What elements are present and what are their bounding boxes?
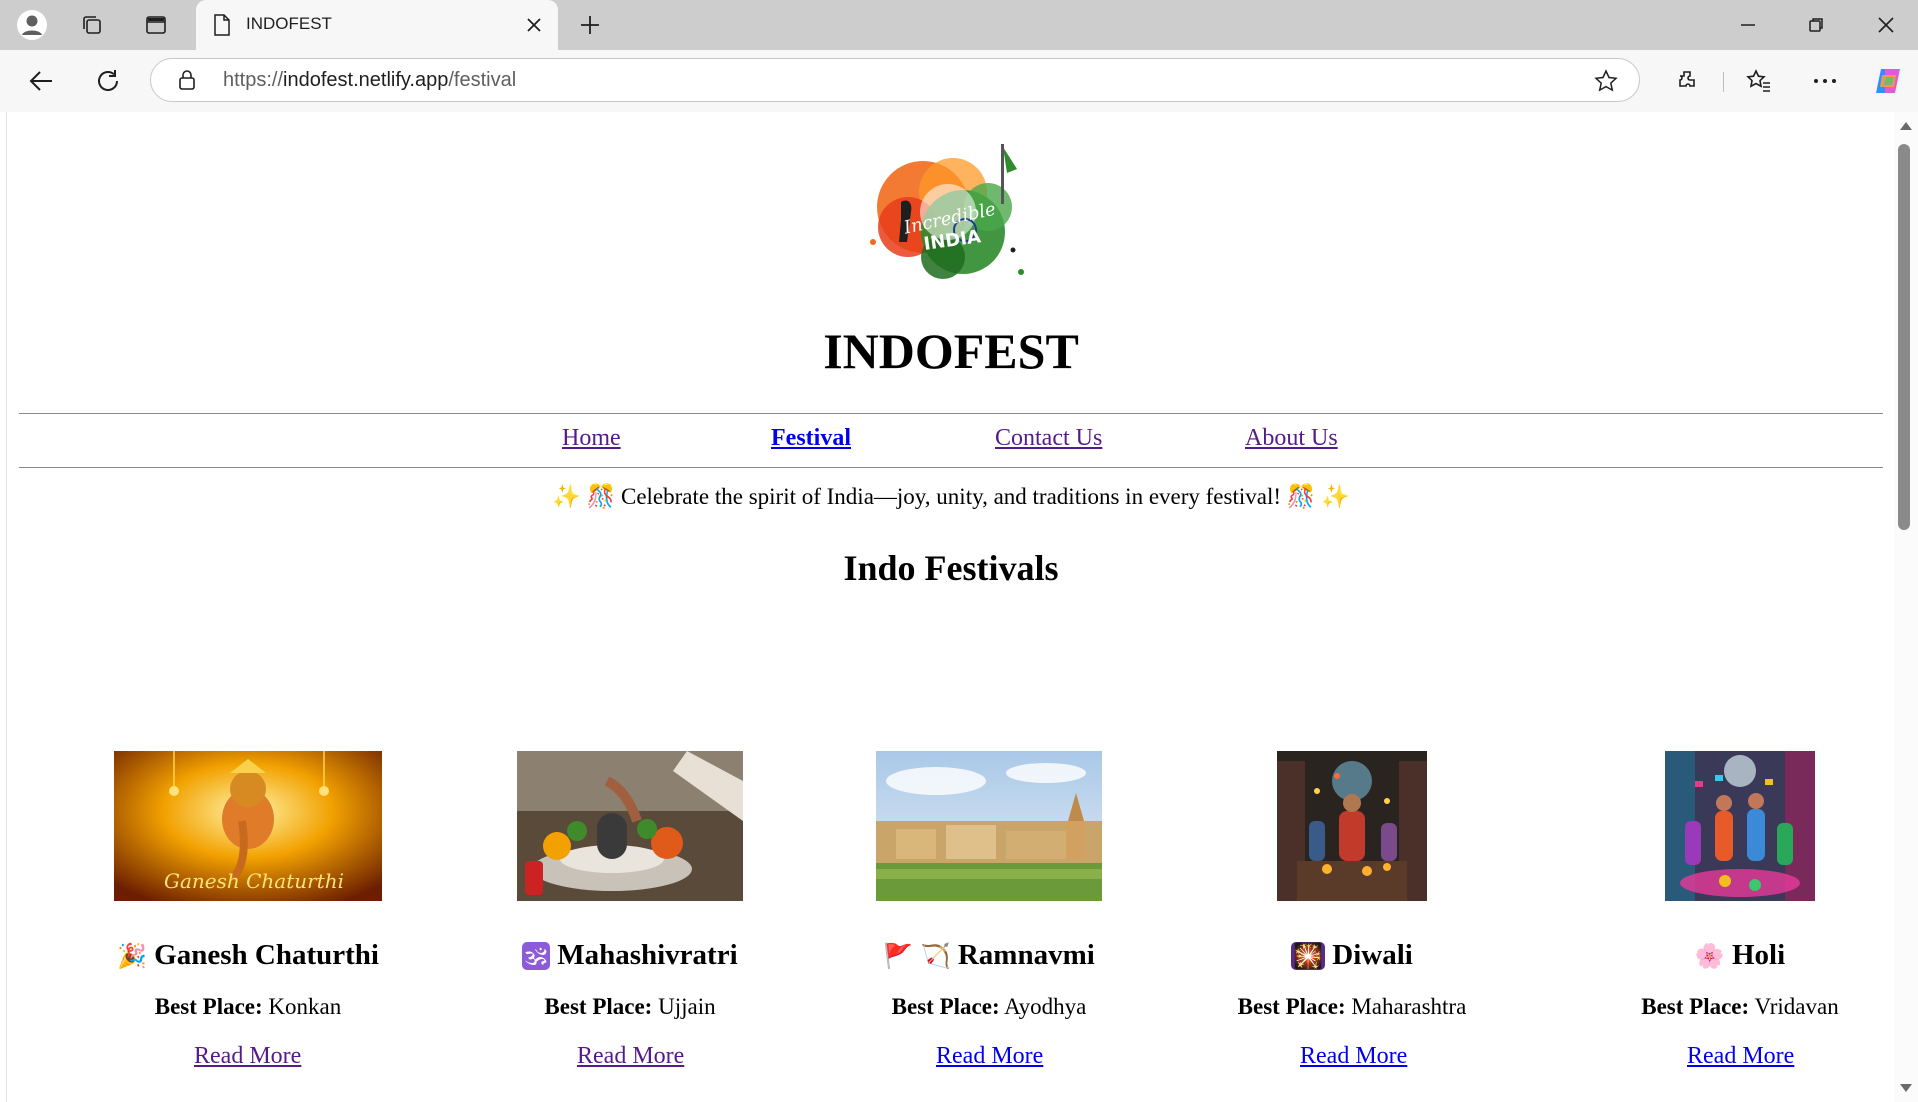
close-tab-icon[interactable]	[522, 13, 546, 37]
ramnavmi-image	[876, 751, 1102, 901]
favorites-icon[interactable]	[1744, 66, 1774, 96]
refresh-icon[interactable]	[93, 66, 123, 96]
best-place-label: Best Place:	[1641, 994, 1750, 1019]
profile-avatar-icon[interactable]	[14, 7, 50, 43]
browser-tab-active[interactable]: INDOFEST	[196, 0, 558, 51]
copilot-icon[interactable]	[1871, 64, 1905, 98]
nav-bottom-rule	[19, 467, 1883, 468]
url-text[interactable]: https://indofest.netlify.app/festival	[223, 69, 516, 92]
nav-link-contact-us[interactable]: Contact Us	[995, 425, 1102, 452]
restore-icon[interactable]	[1802, 11, 1830, 39]
nav-link-festival[interactable]: Festival	[771, 425, 851, 452]
main-nav: Home Festival Contact Us About Us	[7, 425, 1895, 455]
close-window-icon[interactable]	[1872, 11, 1900, 39]
url-host: indofest.netlify.app	[283, 69, 449, 91]
festival-name: 🕉 Mahashivratri	[455, 939, 805, 972]
address-bar[interactable]: https://indofest.netlify.app/festival	[150, 58, 1640, 102]
tab-title: INDOFEST	[246, 14, 332, 33]
best-place-label: Best Place:	[154, 994, 263, 1019]
browser-tab-strip: INDOFEST	[0, 0, 1918, 51]
festival-name: 🌸 Holi	[1565, 939, 1895, 972]
back-icon[interactable]	[26, 66, 56, 96]
ganesh-image-caption: Ganesh Chaturthi	[164, 869, 344, 893]
festival-name: 🎇 Diwali	[1177, 939, 1527, 972]
festival-title: Mahashivratri	[557, 939, 738, 971]
read-more-link-mahashivratri[interactable]: Read More	[577, 1043, 684, 1070]
section-title: Indo Festivals	[843, 548, 1059, 588]
incredible-india-logo[interactable]: Incredible INDIA	[853, 132, 1043, 292]
read-more-link-ganesh-chaturthi[interactable]: Read More	[194, 1043, 301, 1070]
holi-image	[1665, 751, 1815, 901]
mahashivratri-image	[517, 751, 743, 901]
read-more-link-holi[interactable]: Read More	[1687, 1043, 1794, 1070]
browser-toolbar: https://indofest.netlify.app/festival	[0, 50, 1918, 112]
nav-top-rule	[19, 413, 1883, 414]
new-tab-icon[interactable]	[576, 11, 604, 39]
festival-best-place: Best Place: Ujjain	[455, 994, 805, 1020]
read-more-link-ramnavmi[interactable]: Read More	[936, 1043, 1043, 1070]
festival-title: Holi	[1731, 939, 1786, 971]
extensions-icon[interactable]	[1672, 66, 1702, 96]
more-options-icon[interactable]	[1810, 66, 1840, 96]
site-title: INDOFEST	[823, 323, 1079, 379]
festival-best-place: Best Place: Konkan	[73, 994, 423, 1020]
best-place-value: Ujjain	[658, 994, 716, 1019]
scrollbar-thumb[interactable]	[1898, 144, 1910, 530]
lock-icon[interactable]	[175, 68, 199, 92]
best-place-value: Ayodhya	[1004, 994, 1087, 1019]
url-scheme: https://	[223, 69, 284, 91]
festival-title: Diwali	[1332, 939, 1413, 971]
best-place-value: Vridavan	[1754, 994, 1839, 1019]
sparkler-icon: 🎇	[1291, 942, 1326, 970]
page-icon	[210, 13, 234, 37]
read-more-link-diwali[interactable]: Read More	[1300, 1043, 1407, 1070]
flag-bow-icon: 🚩 🏹	[883, 942, 951, 970]
best-place-label: Best Place:	[544, 994, 653, 1019]
festival-name: 🚩 🏹 Ramnavmi	[814, 939, 1164, 972]
vertical-tabs-icon[interactable]	[142, 11, 170, 39]
diwali-image	[1277, 751, 1427, 901]
scroll-down-arrow-icon[interactable]	[1898, 1082, 1914, 1094]
festival-best-place: Best Place: Ayodhya	[814, 994, 1164, 1020]
festival-title: Ramnavmi	[957, 939, 1095, 971]
toolbar-divider	[1723, 72, 1724, 92]
favorite-star-icon[interactable]	[1593, 68, 1619, 94]
om-icon: 🕉	[522, 942, 550, 970]
url-path: /festival	[448, 69, 517, 91]
cherry-blossom-icon: 🌸	[1694, 942, 1725, 970]
best-place-label: Best Place:	[1237, 994, 1346, 1019]
scroll-up-arrow-icon[interactable]	[1898, 120, 1914, 132]
ganesh-chaturthi-image: Ganesh Chaturthi	[114, 751, 382, 901]
festival-best-place: Best Place: Maharashtra	[1177, 994, 1527, 1020]
nav-link-home[interactable]: Home	[562, 425, 621, 452]
minimize-icon[interactable]	[1734, 11, 1762, 39]
festival-best-place: Best Place: Vridavan	[1565, 994, 1895, 1020]
best-place-value: Konkan	[268, 994, 342, 1019]
nav-link-about-us[interactable]: About Us	[1245, 425, 1338, 452]
tagline: ✨ 🎊 Celebrate the spirit of India—joy, u…	[552, 484, 1350, 509]
party-popper-icon: 🎉	[117, 942, 147, 970]
festival-title: Ganesh Chaturthi	[154, 939, 379, 971]
festival-name: 🎉 Ganesh Chaturthi	[73, 939, 423, 972]
page-viewport: Incredible INDIA INDOFEST Home Festival …	[6, 112, 1895, 1102]
best-place-label: Best Place:	[891, 994, 1000, 1019]
workspaces-icon[interactable]	[78, 11, 106, 39]
best-place-value: Maharashtra	[1351, 994, 1467, 1019]
